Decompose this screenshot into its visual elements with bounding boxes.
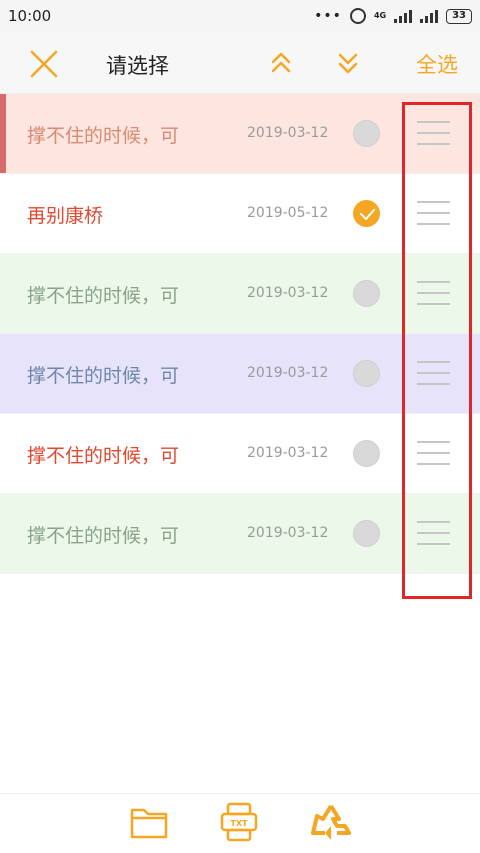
recycle-button[interactable]	[311, 802, 351, 842]
item-title: 撑不住的时候，可	[27, 445, 180, 467]
select-checkbox[interactable]	[353, 440, 380, 467]
export-txt-button[interactable]: TXT	[220, 802, 258, 842]
battery-icon: 33	[446, 8, 472, 24]
signal-icon-2	[420, 9, 439, 23]
close-icon	[30, 50, 58, 78]
status-bar: 10:00 ••• 4G 33	[0, 0, 480, 32]
status-time: 10:00	[8, 7, 52, 25]
item-title: 撑不住的时候，可	[27, 525, 180, 547]
item-date: 2019-05-12	[247, 205, 329, 221]
select-all-button[interactable]: 全选	[416, 49, 458, 79]
bottom-bar: TXT	[0, 793, 480, 853]
item-title: 撑不住的时候，可	[27, 285, 180, 307]
txt-file-icon: TXT	[220, 802, 258, 842]
item-date: 2019-03-12	[247, 365, 329, 381]
double-chevron-down-icon	[338, 53, 358, 74]
item-date: 2019-03-12	[247, 445, 329, 461]
selected-indicator-bar	[0, 94, 6, 173]
item-title: 撑不住的时候，可	[27, 125, 180, 147]
item-date: 2019-03-12	[247, 525, 329, 541]
move-up-button[interactable]	[268, 50, 294, 76]
select-checkbox[interactable]	[353, 120, 380, 147]
status-icons: ••• 4G 33	[314, 8, 472, 24]
alarm-icon	[349, 8, 366, 24]
more-dots-icon: •••	[314, 8, 342, 24]
close-button[interactable]	[28, 48, 60, 80]
select-checkbox[interactable]	[353, 360, 380, 387]
highlight-box	[402, 102, 472, 599]
page-title: 请选择	[106, 54, 169, 78]
double-chevron-up-icon	[271, 52, 291, 73]
select-checkbox[interactable]	[353, 280, 380, 307]
item-title: 撑不住的时候，可	[27, 365, 180, 387]
selection-toolbar: 请选择 全选	[0, 32, 480, 94]
item-date: 2019-03-12	[247, 125, 329, 141]
item-date: 2019-03-12	[247, 285, 329, 301]
txt-label: TXT	[230, 819, 248, 828]
recycle-icon	[311, 804, 351, 840]
move-down-button[interactable]	[335, 50, 361, 76]
checkmark-icon	[360, 209, 375, 220]
select-checkbox[interactable]	[353, 200, 380, 227]
item-title: 再别康桥	[27, 205, 104, 227]
signal-icon	[394, 9, 413, 23]
folder-icon	[130, 808, 168, 839]
select-checkbox[interactable]	[353, 520, 380, 547]
folder-button[interactable]	[130, 804, 168, 840]
network-type: 4G	[373, 11, 387, 20]
